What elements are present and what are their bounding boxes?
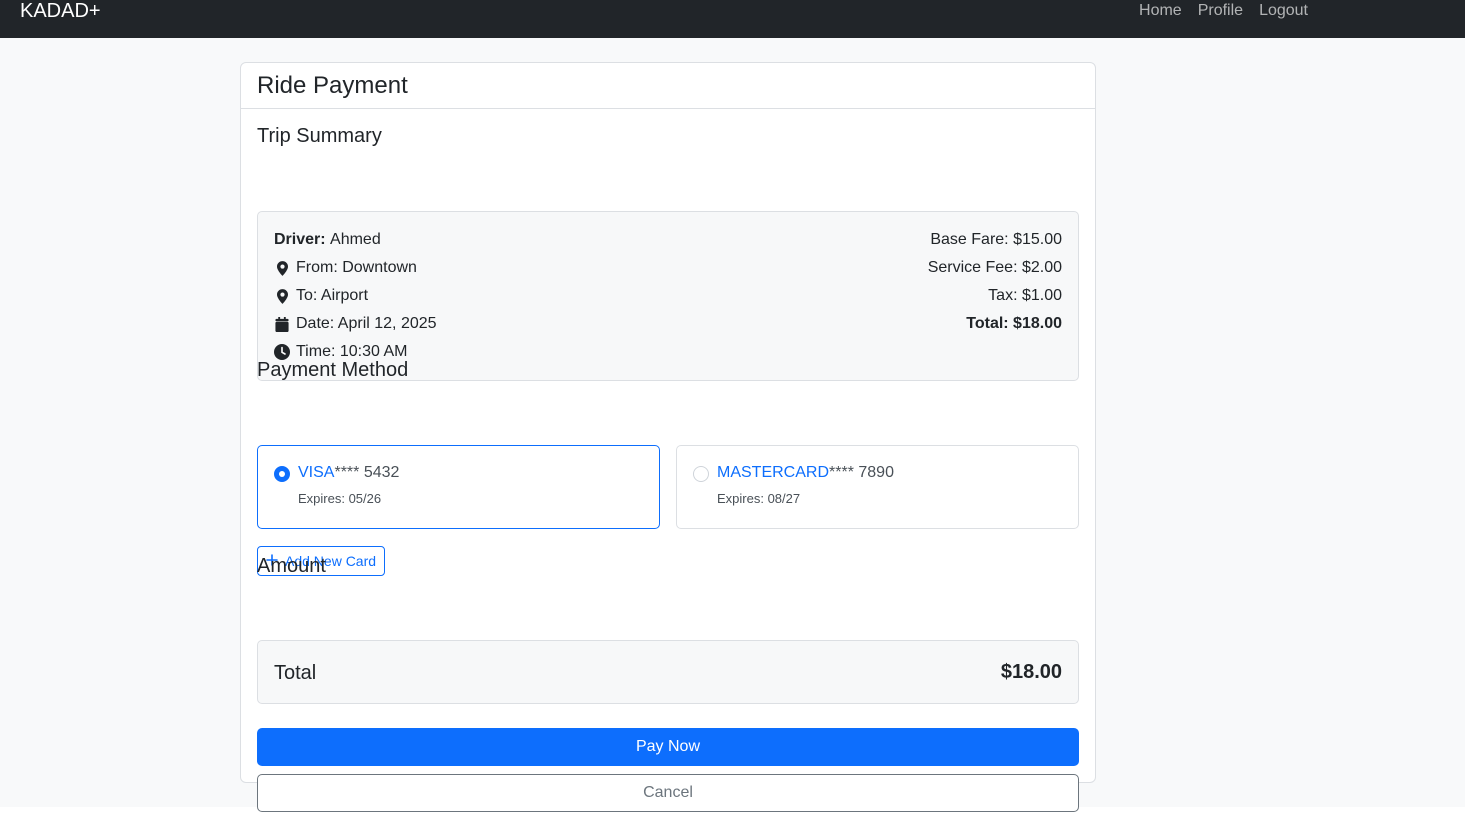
card-masked-visa: **** 5432: [334, 464, 400, 481]
map-pin-icon: [274, 286, 290, 306]
card-masked-mastercard: **** 7890: [829, 464, 894, 481]
base-fare: Base Fare: $15.00: [930, 231, 1062, 248]
service-fee: Service Fee: $2.00: [927, 259, 1062, 276]
radio-visa[interactable]: [274, 466, 290, 482]
card-number-mastercard: MASTERCARD**** 7890: [717, 464, 894, 482]
cancel-button[interactable]: Cancel: [257, 774, 1079, 812]
payment-method-title: Payment Method: [257, 359, 409, 381]
payment-option-mastercard[interactable]: MASTERCARD**** 7890 Expires: 08/27: [676, 445, 1079, 529]
amount-value: $18.00: [1000, 661, 1062, 683]
card-number-visa: VISA**** 5432: [298, 464, 399, 482]
amount-label: Total: [274, 662, 317, 684]
amount-title: Amount: [257, 555, 326, 577]
trip-summary-title: Trip Summary: [257, 125, 382, 147]
fare-breakdown: Base Fare: $15.00 Service Fee: $2.00 Tax…: [928, 230, 1062, 342]
driver-name: Ahmed: [330, 231, 381, 248]
trip-details: Driver: Ahmed From: Downtown To: Airport: [274, 230, 437, 370]
date-text: Date: April 12, 2025: [296, 315, 437, 332]
nav-link-logout[interactable]: Logout: [1259, 0, 1308, 22]
driver-label: Driver:: [274, 231, 326, 248]
calendar-icon: [274, 314, 290, 334]
to-line: To: Airport: [274, 286, 437, 314]
map-pin-icon: [274, 258, 290, 278]
page-title: Ride Payment: [257, 71, 408, 99]
payment-card: Ride Payment Trip Summary Driver: Ahmed …: [240, 62, 1096, 812]
card-header: Ride Payment: [241, 63, 1095, 109]
pay-now-button[interactable]: Pay Now: [257, 728, 1079, 766]
date-line: Date: April 12, 2025: [274, 314, 437, 342]
fare-total: Total: $18.00: [966, 315, 1062, 332]
card-brand-visa: VISA: [298, 464, 335, 481]
payment-option-visa[interactable]: VISA**** 5432 Expires: 05/26: [257, 445, 660, 529]
card-brand-mastercard: MASTERCARD: [717, 464, 830, 481]
tax: Tax: $1.00: [988, 287, 1062, 304]
nav-link-home[interactable]: Home: [1139, 0, 1182, 22]
from-line: From: Downtown: [274, 258, 437, 286]
radio-mastercard[interactable]: [693, 466, 709, 482]
driver-line: Driver: Ahmed: [274, 230, 437, 258]
trip-summary-box: Driver: Ahmed From: Downtown To: Airport: [257, 211, 1079, 381]
nav-link-profile[interactable]: Profile: [1198, 0, 1243, 22]
amount-box: Total $18.00: [257, 640, 1079, 704]
from-text: From: Downtown: [296, 259, 417, 276]
top-navbar: KADAD+ Home Profile Logout: [0, 0, 1465, 38]
card-expiry-visa: Expires: 05/26: [298, 491, 382, 506]
nav-links: Home Profile Logout: [1139, 0, 1308, 22]
brand-logo[interactable]: KADAD+: [20, 0, 101, 22]
card-expiry-mastercard: Expires: 08/27: [717, 491, 801, 506]
to-text: To: Airport: [296, 287, 369, 304]
